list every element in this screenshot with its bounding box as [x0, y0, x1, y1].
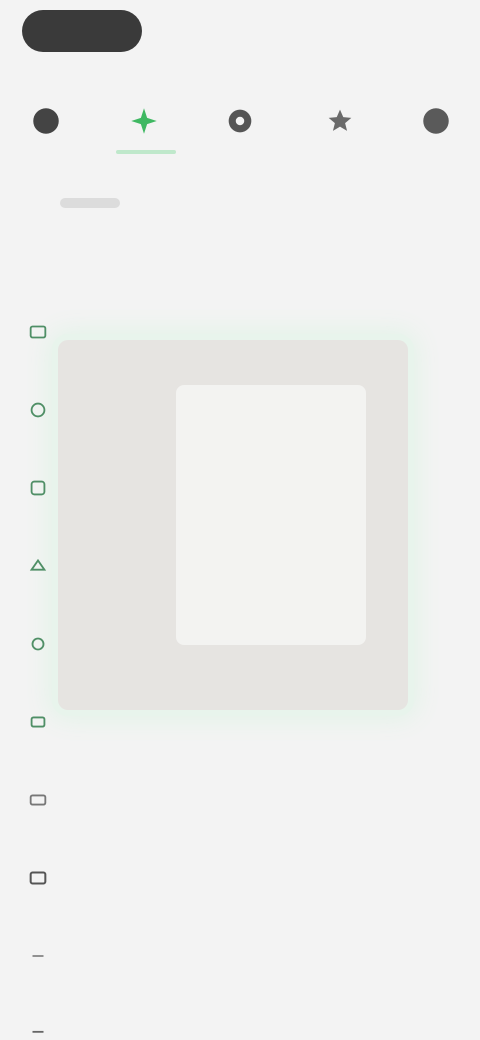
star-icon — [323, 104, 357, 138]
list-item[interactable] — [0, 614, 480, 674]
list-item[interactable] — [0, 692, 480, 752]
active-tab-indicator — [116, 150, 176, 154]
back-pill-button[interactable] — [22, 10, 142, 52]
list-item-icon — [24, 474, 52, 502]
subtitle-placeholder — [60, 198, 120, 208]
strip-item-ai[interactable] — [104, 78, 184, 168]
list-item[interactable] — [0, 380, 480, 440]
grid-icon — [419, 104, 453, 138]
list-item-icon — [24, 708, 52, 736]
sparkle-icon — [127, 104, 161, 138]
list-item[interactable] — [0, 458, 480, 518]
home-icon — [29, 104, 63, 138]
list-item-icon — [24, 942, 52, 970]
list-item[interactable] — [0, 770, 480, 830]
list-item-icon — [24, 396, 52, 424]
list-item-icon — [24, 864, 52, 892]
list-item-icon — [24, 630, 52, 658]
icon-strip — [0, 78, 480, 168]
list-item[interactable] — [0, 536, 480, 596]
list-item-icon — [24, 1016, 52, 1040]
list-item[interactable] — [0, 302, 480, 362]
strip-item-star[interactable] — [300, 78, 380, 168]
settings-screen — [0, 0, 480, 1040]
list-item-icon — [24, 552, 52, 580]
list-item-icon — [24, 786, 52, 814]
list-item[interactable] — [0, 1000, 480, 1040]
list-item-icon — [24, 318, 52, 346]
list-item[interactable] — [0, 926, 480, 986]
strip-item-more[interactable] — [396, 78, 476, 168]
list-item[interactable] — [0, 848, 480, 908]
gear-icon — [223, 104, 257, 138]
strip-item-home[interactable] — [6, 78, 86, 168]
strip-item-settings[interactable] — [200, 78, 280, 168]
